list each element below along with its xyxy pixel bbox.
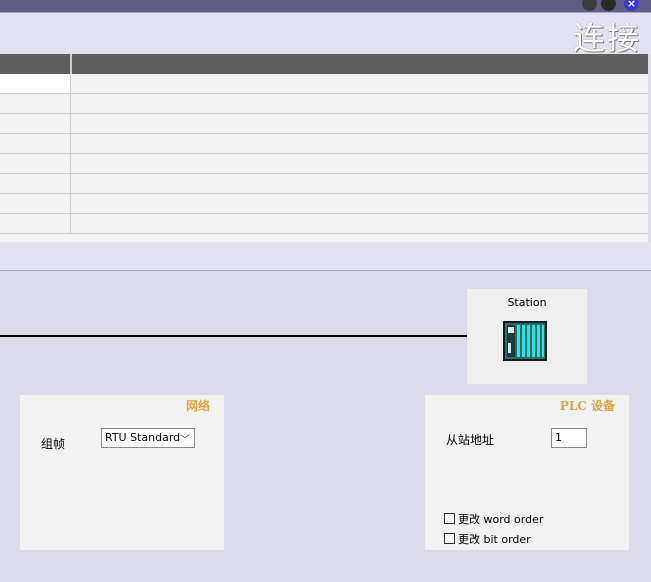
table-row[interactable] [0,94,648,114]
network-line [0,335,468,337]
page-header: 连接 [0,12,651,57]
table-row[interactable] [0,214,648,234]
checkbox-icon[interactable] [444,533,455,544]
table-cell[interactable] [0,194,71,213]
station-label: Station [507,296,547,309]
slave-address-input[interactable]: 1 [551,428,587,448]
back-icon[interactable] [582,0,597,11]
network-panel-title: 网络 [185,399,210,413]
plc-panel-title: PLC 设备 [559,399,615,413]
close-icon[interactable]: × [624,0,639,11]
window-title-bar: × [0,0,651,12]
divider-band [0,242,651,271]
table-row[interactable] [0,194,648,214]
change-word-order-label: 更改 word order [458,513,544,526]
change-word-order-checkbox[interactable]: 更改 word order [444,511,543,527]
table-cell[interactable] [0,214,71,233]
table-cell[interactable] [0,154,71,173]
change-bit-order-label: 更改 bit order [458,533,531,546]
checkbox-icon[interactable] [444,513,455,524]
connection-table[interactable] [0,54,648,242]
change-bit-order-checkbox[interactable]: 更改 bit order [444,531,531,547]
table-cell[interactable] [0,74,71,93]
table-row[interactable] [0,174,648,194]
table-row[interactable] [0,134,648,154]
table-header [0,54,648,74]
plc-device-panel: PLC 设备 从站地址 1 更改 word order 更改 bit order [425,395,629,550]
framing-label: 组帧 [41,437,66,451]
station-node[interactable]: Station [467,289,587,384]
table-row[interactable] [0,114,648,134]
table-cell[interactable] [0,174,71,193]
table-cell[interactable] [0,94,71,113]
forward-icon[interactable] [601,0,616,11]
table-row[interactable] [0,154,648,174]
framing-value: RTU Standard [105,431,181,444]
table-cell[interactable] [0,134,71,153]
table-row[interactable] [0,74,648,94]
page-title: 连接 [572,19,641,57]
network-panel: 网络 组帧 RTU Standard ﹀ [20,395,224,550]
plc-device-icon[interactable] [503,321,547,361]
framing-select[interactable]: RTU Standard ﹀ [101,428,195,448]
chevron-down-icon[interactable]: ﹀ [180,431,190,446]
table-cell[interactable] [0,114,71,133]
column-separator[interactable] [70,54,72,74]
slave-address-label: 从站地址 [446,433,495,447]
slave-address-value: 1 [555,431,562,444]
